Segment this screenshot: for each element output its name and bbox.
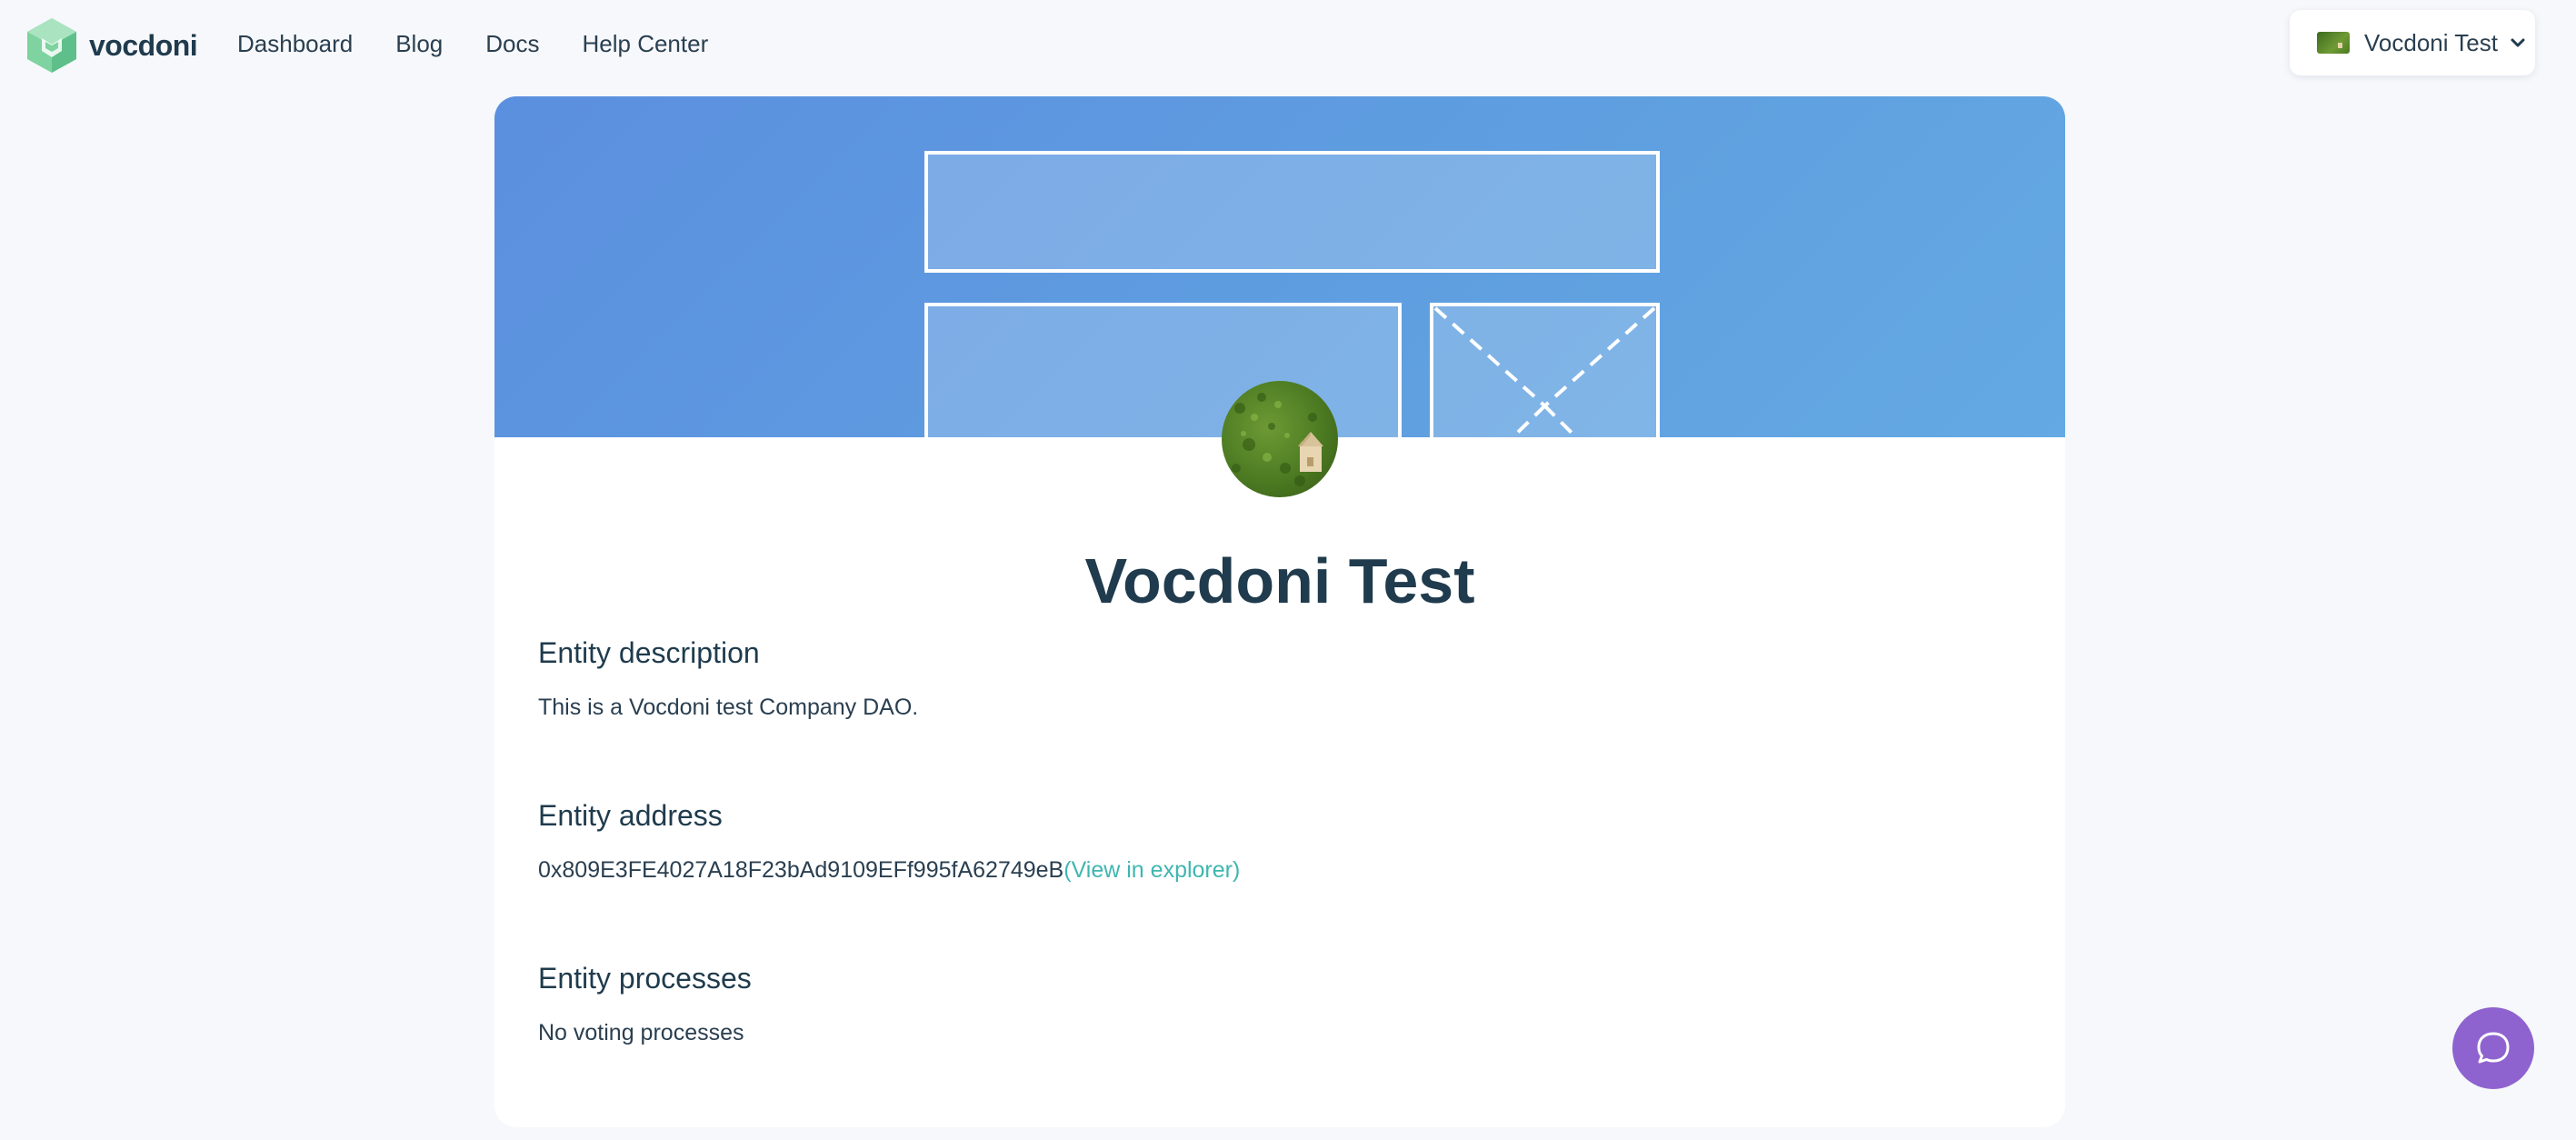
entity-processes-heading: Entity processes [538, 962, 752, 995]
nav-blog-link[interactable]: Blog [395, 25, 443, 62]
main-nav: Dashboard Blog Docs Help Center [237, 25, 708, 62]
nav-docs-link[interactable]: Docs [485, 25, 539, 62]
vocdoni-logo-icon [27, 18, 76, 73]
entity-processes-section: Entity processes No voting processes [538, 960, 2022, 1049]
nav-dashboard-link[interactable]: Dashboard [237, 25, 353, 62]
entity-description-text: This is a Vocdoni test Company DAO. [538, 695, 919, 720]
entity-description-heading: Entity description [538, 636, 760, 669]
view-in-explorer-link[interactable]: (View in explorer) [1063, 857, 1240, 883]
entity-profile-card: Vocdoni Test Entity description This is … [494, 96, 2065, 1127]
account-switcher-button[interactable]: Vocdoni Test [2290, 10, 2535, 75]
no-processes-text: No voting processes [538, 1020, 744, 1045]
entity-address-section: Entity address 0x809E3FE4027A18F23bAd910… [538, 797, 2022, 886]
entity-address-value: 0x809E3FE4027A18F23bAd9109EFf995fA62749e… [538, 857, 1064, 883]
account-name: Vocdoni Test [2364, 28, 2498, 56]
nav-help-center-link[interactable]: Help Center [583, 25, 709, 62]
top-navigation-bar: vocdoni Dashboard Blog Docs Help Center … [0, 0, 2576, 87]
entity-title: Vocdoni Test [1084, 545, 1475, 616]
chevron-down-icon [2511, 38, 2525, 47]
entity-address-row: 0x809E3FE4027A18F23bAd9109EFf995fA62749e… [538, 854, 2022, 886]
entity-address-heading: Entity address [538, 799, 723, 832]
help-chat-button[interactable] [2452, 1007, 2534, 1089]
house-on-grass-avatar [1222, 381, 1338, 497]
brand-name: vocdoni [89, 28, 198, 62]
account-avatar-thumbnail [2317, 32, 2350, 54]
entity-description-section: Entity description This is a Vocdoni tes… [538, 635, 2022, 724]
vocdoni-logo-link[interactable]: vocdoni [25, 16, 198, 75]
chat-bubble-icon [2477, 1032, 2510, 1064]
